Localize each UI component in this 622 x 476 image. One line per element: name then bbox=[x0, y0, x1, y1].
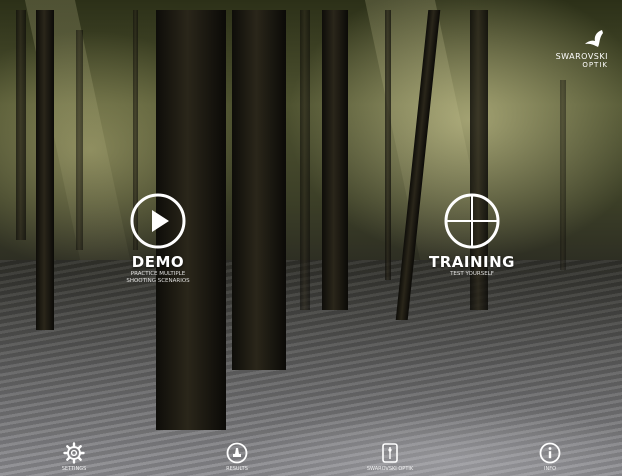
tree-trunk bbox=[300, 10, 310, 310]
tree-trunk bbox=[36, 10, 54, 330]
home-screen: SWAROVSKI OPTIK DEMO PRACTICE MULTIPLE S… bbox=[0, 0, 622, 476]
training-description-line1: TEST YOURSELF bbox=[450, 271, 494, 277]
brand-name: SWAROVSKI bbox=[555, 52, 608, 61]
swarovski-logo: SWAROVSKI OPTIK bbox=[556, 28, 608, 69]
results-icon bbox=[226, 442, 248, 464]
tree-trunk bbox=[322, 10, 348, 310]
tab-swarovski-optik[interactable]: SWAROVSKI OPTIK bbox=[345, 442, 435, 472]
tab-info[interactable]: INFO bbox=[505, 442, 595, 472]
info-icon bbox=[539, 442, 561, 464]
bottom-tab-bar: SETTINGS RESULTS SWAROVSKI OPTIK INFO bbox=[0, 428, 622, 476]
gear-icon bbox=[63, 442, 85, 464]
tab-results-label: RESULTS bbox=[226, 466, 248, 472]
tab-settings[interactable]: SETTINGS bbox=[29, 442, 119, 472]
demo-description-line2: SHOOTING SCENARIOS bbox=[126, 278, 190, 284]
tab-results[interactable]: RESULTS bbox=[192, 442, 282, 472]
swan-logo-icon bbox=[585, 30, 603, 47]
tab-info-label: INFO bbox=[543, 466, 557, 472]
crosshair-icon bbox=[444, 193, 500, 249]
tab-settings-label: SETTINGS bbox=[61, 466, 87, 472]
training-title: TRAINING bbox=[429, 253, 515, 271]
scope-icon bbox=[382, 443, 398, 463]
tree-trunk bbox=[16, 10, 26, 240]
demo-description-line1: PRACTICE MULTIPLE bbox=[130, 271, 186, 277]
training-mode-button[interactable]: TRAINING TEST YOURSELF bbox=[382, 192, 562, 278]
brand-sub: OPTIK bbox=[582, 61, 608, 69]
play-icon bbox=[130, 193, 186, 249]
tab-swarovski-optik-label: SWAROVSKI OPTIK bbox=[366, 466, 414, 472]
demo-mode-button[interactable]: DEMO PRACTICE MULTIPLE SHOOTING SCENARIO… bbox=[68, 192, 248, 285]
demo-title: DEMO bbox=[131, 253, 185, 271]
tree-trunk bbox=[232, 10, 286, 370]
